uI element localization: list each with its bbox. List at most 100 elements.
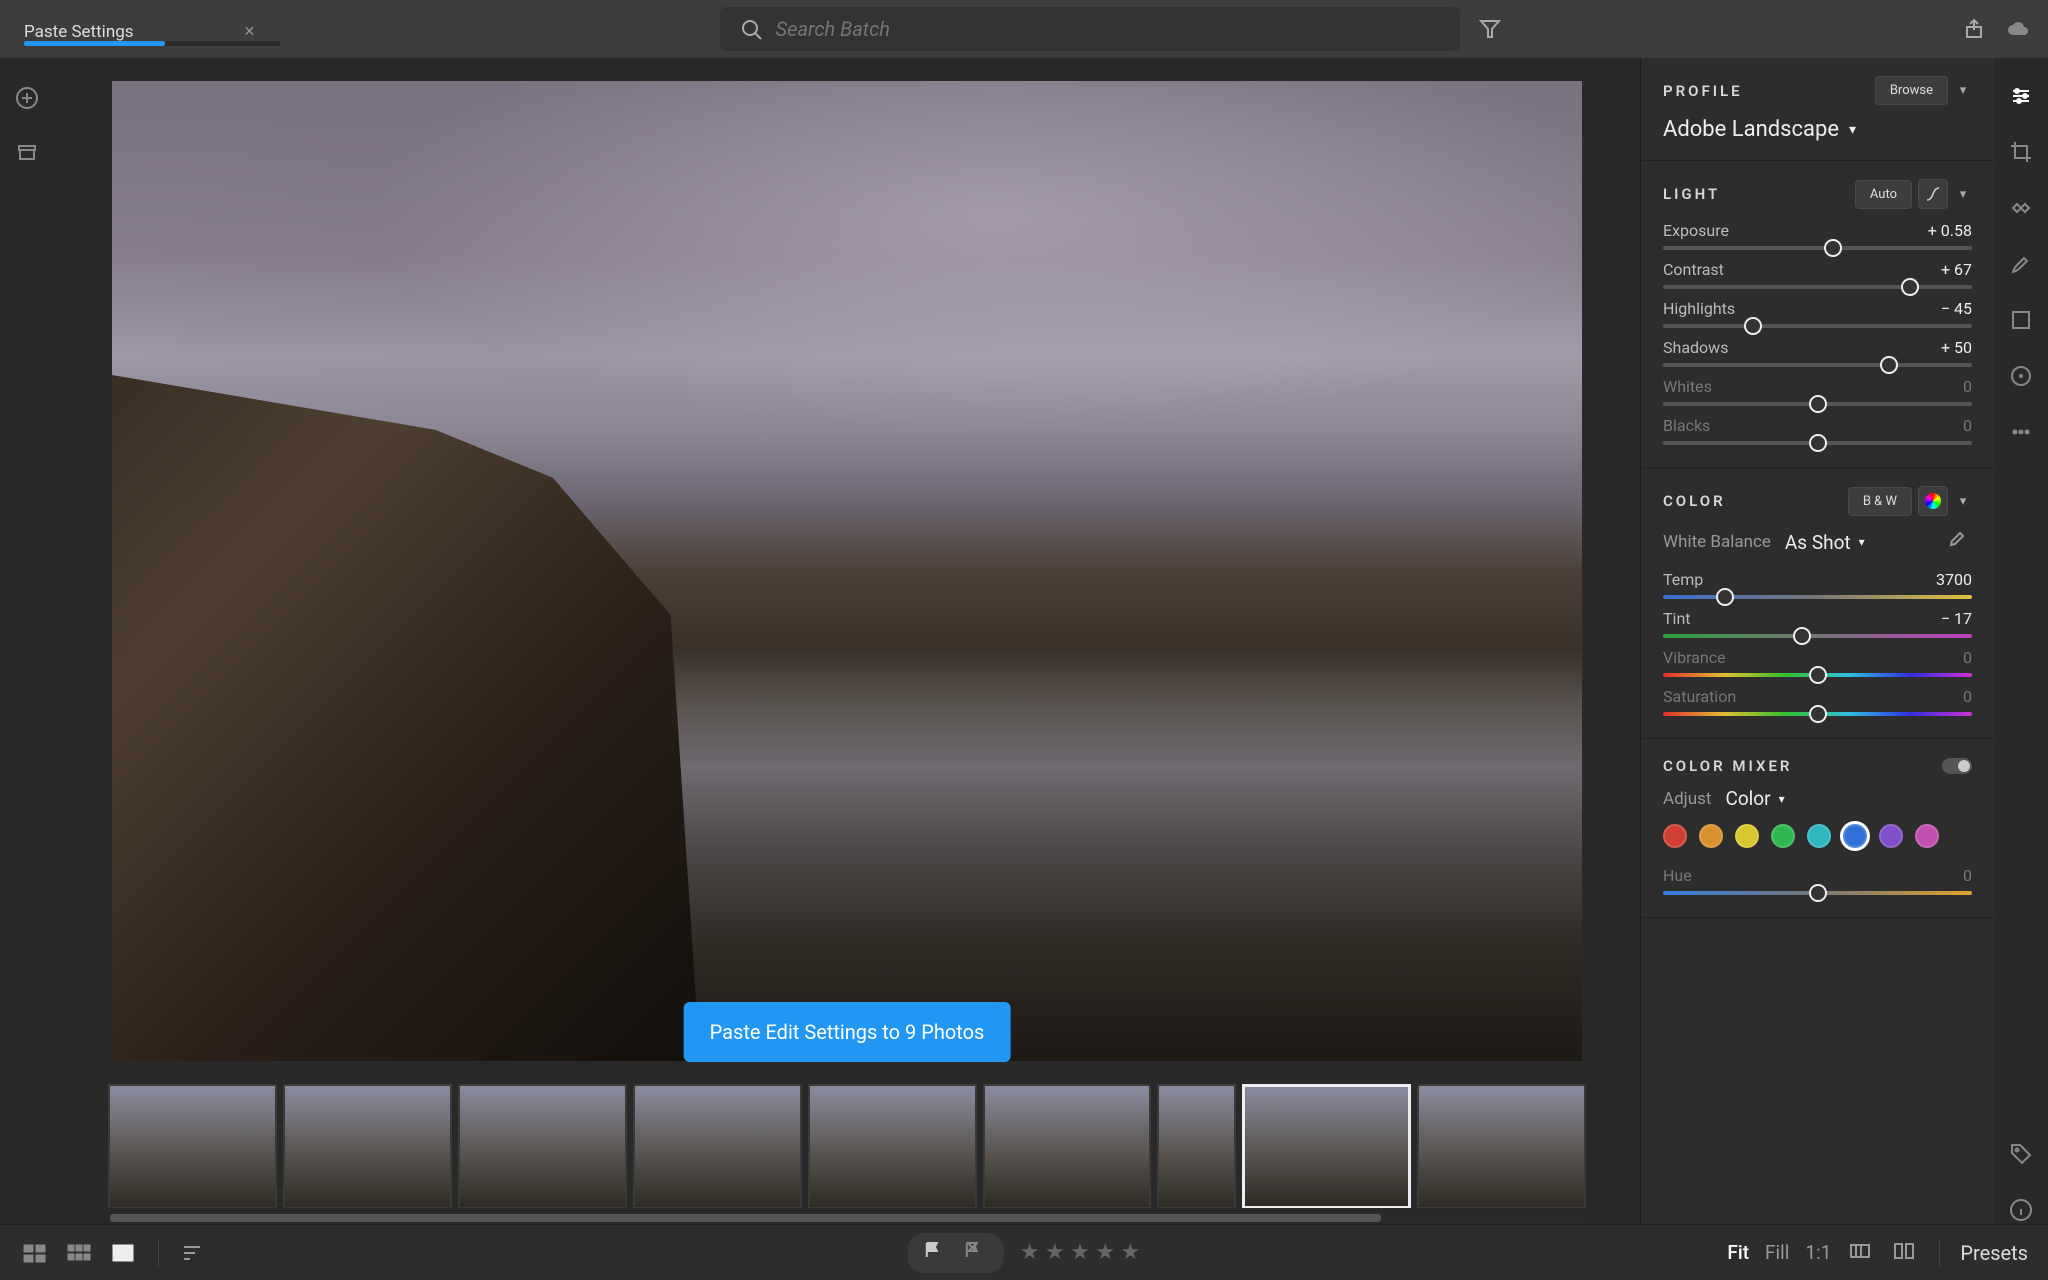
- slider-shadows: Shadows+ 50: [1663, 338, 1972, 367]
- document-tab[interactable]: Paste Settings ✕: [16, 0, 263, 58]
- brush-icon[interactable]: [2007, 250, 2035, 278]
- left-rail: [0, 58, 54, 1224]
- thumbnail-selected[interactable]: [1242, 1084, 1411, 1208]
- chevron-down-icon[interactable]: ▾: [1954, 494, 1972, 509]
- slider-track[interactable]: [1663, 402, 1972, 406]
- thumbnail[interactable]: [1157, 1084, 1235, 1208]
- slider-contrast: Contrast + 67: [1663, 260, 1972, 289]
- slider-label: Vibrance: [1663, 648, 1726, 667]
- hue-label: Hue: [1663, 866, 1692, 885]
- thumbnail[interactable]: [458, 1084, 627, 1208]
- more-icon[interactable]: [2007, 418, 2035, 446]
- close-icon[interactable]: ✕: [244, 24, 256, 40]
- sort-icon[interactable]: [179, 1239, 207, 1267]
- info-icon[interactable]: [2007, 1196, 2035, 1224]
- mixer-toggle[interactable]: [1942, 758, 1972, 774]
- color-swatch[interactable]: [1807, 824, 1831, 848]
- slider-value: + 67: [1941, 260, 1972, 279]
- slider-value: 0: [1963, 416, 1972, 435]
- slider-label: Contrast: [1663, 260, 1724, 279]
- slider-track[interactable]: [1663, 441, 1972, 445]
- main-photo: [112, 81, 1582, 1061]
- edit-sliders-icon[interactable]: [2007, 82, 2035, 110]
- search-input[interactable]: [776, 17, 1440, 41]
- thumbnail[interactable]: [808, 1084, 977, 1208]
- thumbnail[interactable]: [283, 1084, 452, 1208]
- color-swatch[interactable]: [1771, 824, 1795, 848]
- slider-track[interactable]: [1663, 246, 1972, 250]
- view-modes: [20, 1242, 138, 1264]
- linear-gradient-icon[interactable]: [2007, 306, 2035, 334]
- slider-label: Temp: [1663, 570, 1703, 589]
- color-swatch[interactable]: [1879, 824, 1903, 848]
- adjust-dropdown[interactable]: Color ▾: [1725, 787, 1784, 810]
- color-swatch[interactable]: [1843, 824, 1867, 848]
- thumbnail[interactable]: [108, 1084, 277, 1208]
- color-swatch[interactable]: [1915, 824, 1939, 848]
- color-swatch[interactable]: [1663, 824, 1687, 848]
- slider-track[interactable]: [1663, 363, 1972, 367]
- tag-icon[interactable]: [2007, 1140, 2035, 1168]
- add-photo-icon[interactable]: [13, 84, 41, 112]
- grid-small-icon[interactable]: [20, 1242, 50, 1264]
- slider-track[interactable]: [1663, 712, 1972, 716]
- center-pane: Paste Edit Settings to 9 Photos: [54, 58, 1640, 1224]
- slider-track[interactable]: [1663, 634, 1972, 638]
- zoom-1to1[interactable]: 1:1: [1805, 1241, 1831, 1264]
- chevron-down-icon: ▾: [1849, 122, 1856, 138]
- presets-button[interactable]: Presets: [1960, 1241, 2028, 1265]
- slider-temp: Temp3700: [1663, 570, 1972, 599]
- color-title: COLOR: [1663, 492, 1726, 510]
- slider-blacks: Blacks0: [1663, 416, 1972, 445]
- color-swatch[interactable]: [1699, 824, 1723, 848]
- healing-icon[interactable]: [2007, 194, 2035, 222]
- filter-icon[interactable]: [1476, 15, 1504, 43]
- grid-large-icon[interactable]: [64, 1242, 94, 1264]
- flag-pick-icon[interactable]: [922, 1239, 950, 1267]
- browse-button[interactable]: Browse: [1875, 76, 1948, 105]
- cloud-icon[interactable]: [2004, 15, 2032, 43]
- single-view-icon[interactable]: [108, 1242, 138, 1264]
- search-input-wrap[interactable]: [720, 7, 1460, 51]
- slider-label: Shadows: [1663, 338, 1728, 357]
- compare-icon[interactable]: [1891, 1239, 1919, 1267]
- slider-exposure: Exposure+ 0.58: [1663, 221, 1972, 250]
- thumbnail-row: [108, 1084, 1586, 1208]
- archive-icon[interactable]: [13, 138, 41, 166]
- thumbnail[interactable]: [983, 1084, 1152, 1208]
- auto-button[interactable]: Auto: [1855, 180, 1912, 209]
- white-balance-dropdown[interactable]: As Shot ▾: [1785, 531, 1865, 554]
- slider-track[interactable]: [1663, 285, 1972, 289]
- color-section: COLOR B & W ▾ White Balance As Shot ▾ Te…: [1641, 468, 1994, 739]
- slider-value: − 45: [1941, 299, 1972, 318]
- slider-track[interactable]: [1663, 673, 1972, 677]
- share-icon[interactable]: [1960, 15, 1988, 43]
- profile-dropdown[interactable]: Adobe Landscape ▾: [1663, 117, 1972, 142]
- thumbnail[interactable]: [1417, 1084, 1586, 1208]
- tone-curve-icon[interactable]: [1918, 179, 1948, 209]
- slider-tint: Tint− 17: [1663, 609, 1972, 638]
- crop-icon[interactable]: [2007, 138, 2035, 166]
- toast-message: Paste Edit Settings to 9 Photos: [684, 1002, 1011, 1062]
- chevron-down-icon[interactable]: ▾: [1954, 83, 1972, 98]
- thumbnail[interactable]: [633, 1084, 802, 1208]
- eyedropper-icon[interactable]: [1944, 528, 1972, 556]
- filmstrip: [54, 1084, 1640, 1224]
- zoom-picker-icon[interactable]: [1847, 1239, 1875, 1267]
- hue-value: 0: [1963, 866, 1972, 885]
- color-swatch[interactable]: [1735, 824, 1759, 848]
- bw-button[interactable]: B & W: [1848, 487, 1912, 516]
- chevron-down-icon[interactable]: ▾: [1954, 187, 1972, 202]
- radial-gradient-icon[interactable]: [2007, 362, 2035, 390]
- hue-slider[interactable]: [1663, 891, 1972, 895]
- filmstrip-scrollbar[interactable]: [108, 1212, 1586, 1224]
- flag-reject-icon[interactable]: [962, 1239, 990, 1267]
- rating-stars[interactable]: ★ ★ ★ ★ ★: [1020, 1240, 1140, 1265]
- color-wheel-icon[interactable]: [1918, 486, 1948, 516]
- slider-track[interactable]: [1663, 324, 1972, 328]
- image-canvas[interactable]: Paste Edit Settings to 9 Photos: [54, 58, 1640, 1084]
- slider-track[interactable]: [1663, 595, 1972, 599]
- zoom-fit[interactable]: Fit: [1727, 1241, 1749, 1264]
- zoom-fill[interactable]: Fill: [1765, 1241, 1789, 1264]
- slider-saturation: Saturation0: [1663, 687, 1972, 716]
